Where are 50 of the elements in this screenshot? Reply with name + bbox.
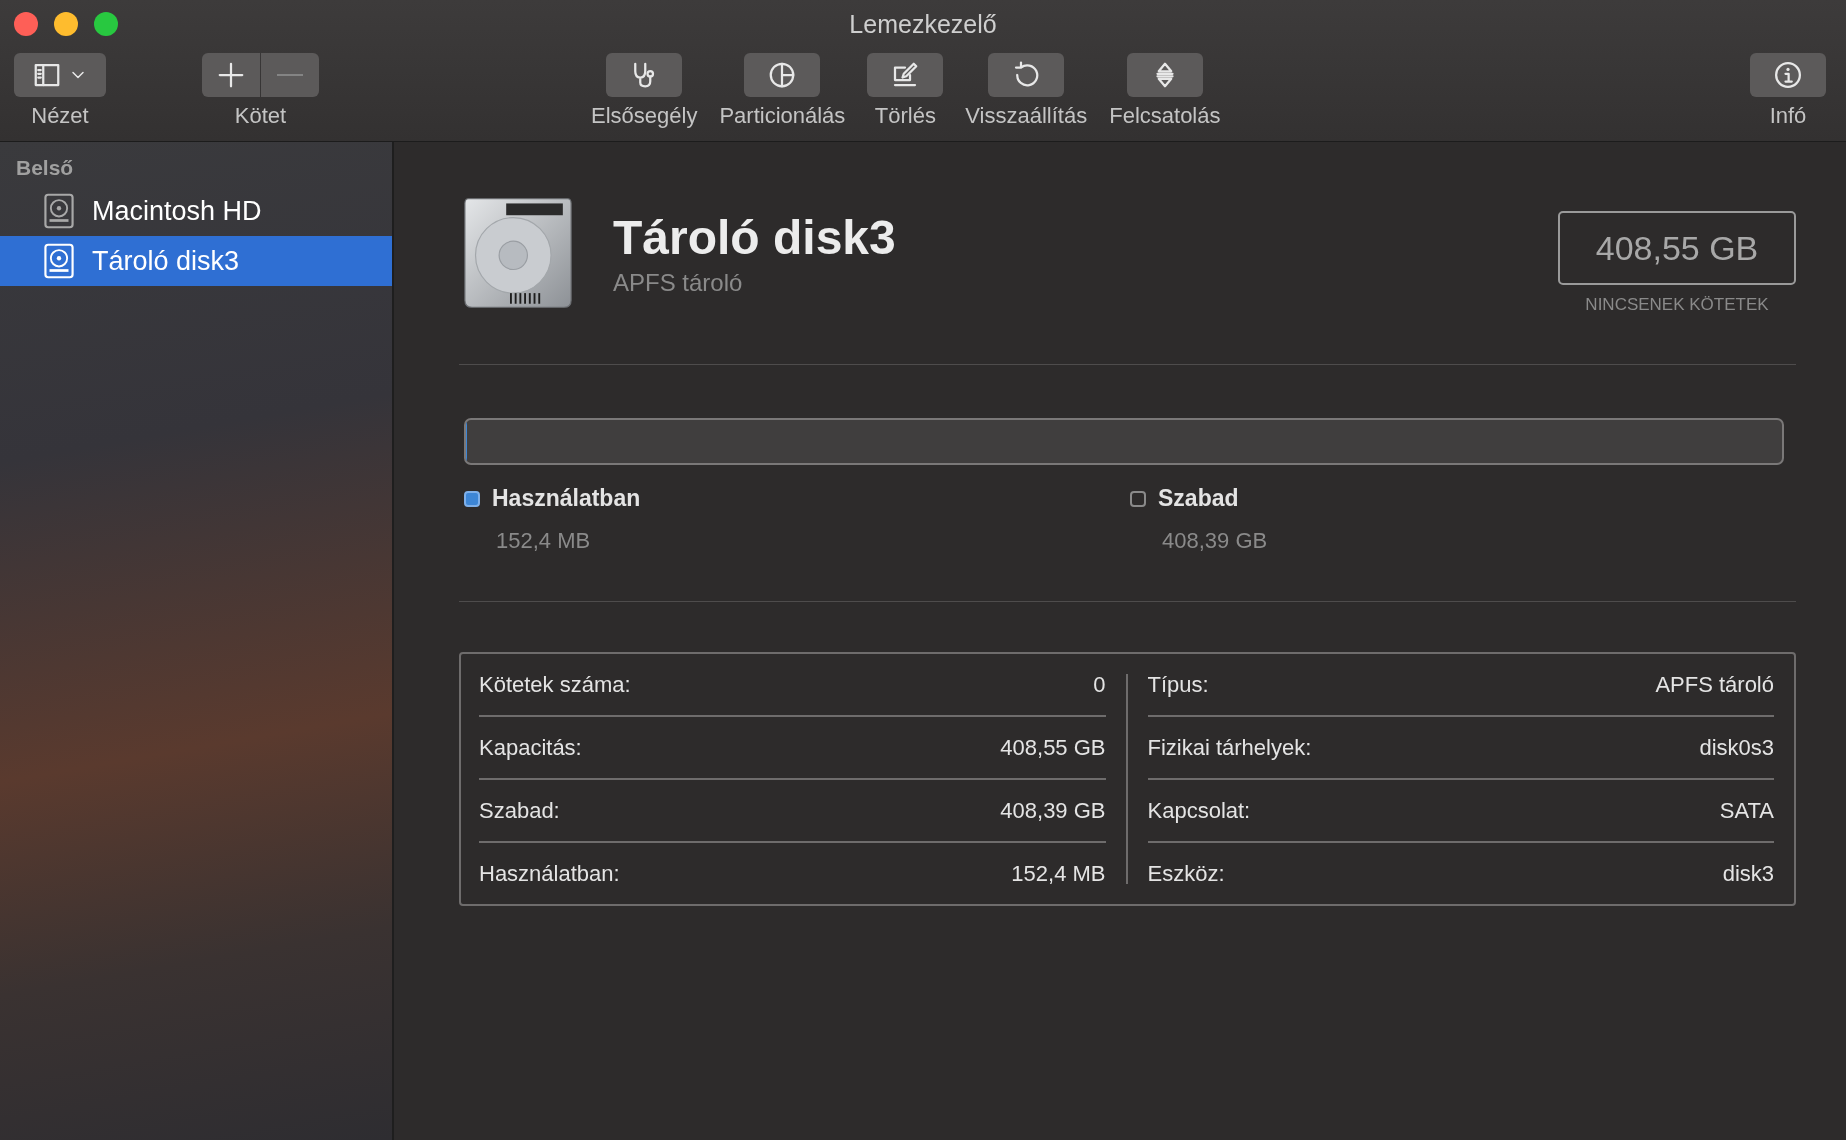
legend-label: Szabad [1158,485,1239,512]
info-label: Szabad: [479,797,560,824]
close-button[interactable] [14,12,38,36]
legend-value: 152,4 MB [496,528,592,554]
info-label: Kötetek száma: [479,671,631,698]
zoom-button[interactable] [94,12,118,36]
minimize-button[interactable] [54,12,78,36]
toolbar-button[interactable] [744,53,821,97]
toolbar-label: Kötet [234,103,287,129]
toolbar-label: Particionálás [719,103,846,129]
disk-title: Tároló disk3 [613,209,897,265]
toolbar-button[interactable] [988,53,1065,97]
sidebar-section-heading: Belső [15,156,75,181]
plus-icon [216,60,246,90]
toolbar-button[interactable] [867,53,944,97]
sidebar-item[interactable]: Tároló disk3 [0,236,392,286]
info-label: Fizikai tárhelyek: [1147,734,1312,761]
toolbar-label: Felcsatolás [1109,103,1221,129]
view-button[interactable] [14,53,106,97]
info-value: disk3 [1722,860,1774,887]
capacity-box: 408,55 GB [1558,211,1796,285]
info-label: Használatban: [479,860,620,887]
info-label: Típus: [1147,671,1209,698]
legend-label: Használatban [492,485,641,512]
toolbar-label: Visszaállítás [965,103,1088,129]
toolbar-button[interactable] [606,53,683,97]
info-value: disk0s3 [1699,734,1774,761]
minus-icon [277,74,303,76]
info-label: Eszköz: [1147,860,1225,887]
info-value: 0 [1093,671,1106,698]
info-label: Kapacitás: [479,734,582,761]
info-value: 408,55 GB [1000,734,1106,761]
info-value: 408,39 GB [1000,797,1106,824]
toolbar-label: Infó [1769,103,1807,129]
toolbar-label: Nézet [31,103,89,129]
toolbar-label: Törlés [874,103,936,129]
sidebar-item[interactable]: Macintosh HD [0,186,392,236]
toolbar-button[interactable] [1126,53,1203,97]
info-value: APFS tároló [1655,671,1774,698]
info-value: SATA [1719,797,1774,824]
capacity-caption: NINCSENEK KÖTETEK [1585,295,1769,315]
toolbar-label: Elsősegély [591,103,698,129]
legend-value: 408,39 GB [1162,528,1269,554]
info-label: Kapcsolat: [1147,797,1251,824]
add-volume-button[interactable] [202,53,260,97]
disk-subtitle: APFS tároló [613,268,744,297]
toolbar-button[interactable] [1750,53,1826,97]
info-icon [1773,60,1803,90]
window-title: Lemezkezelő [849,9,997,39]
info-value: 152,4 MB [1011,860,1106,887]
